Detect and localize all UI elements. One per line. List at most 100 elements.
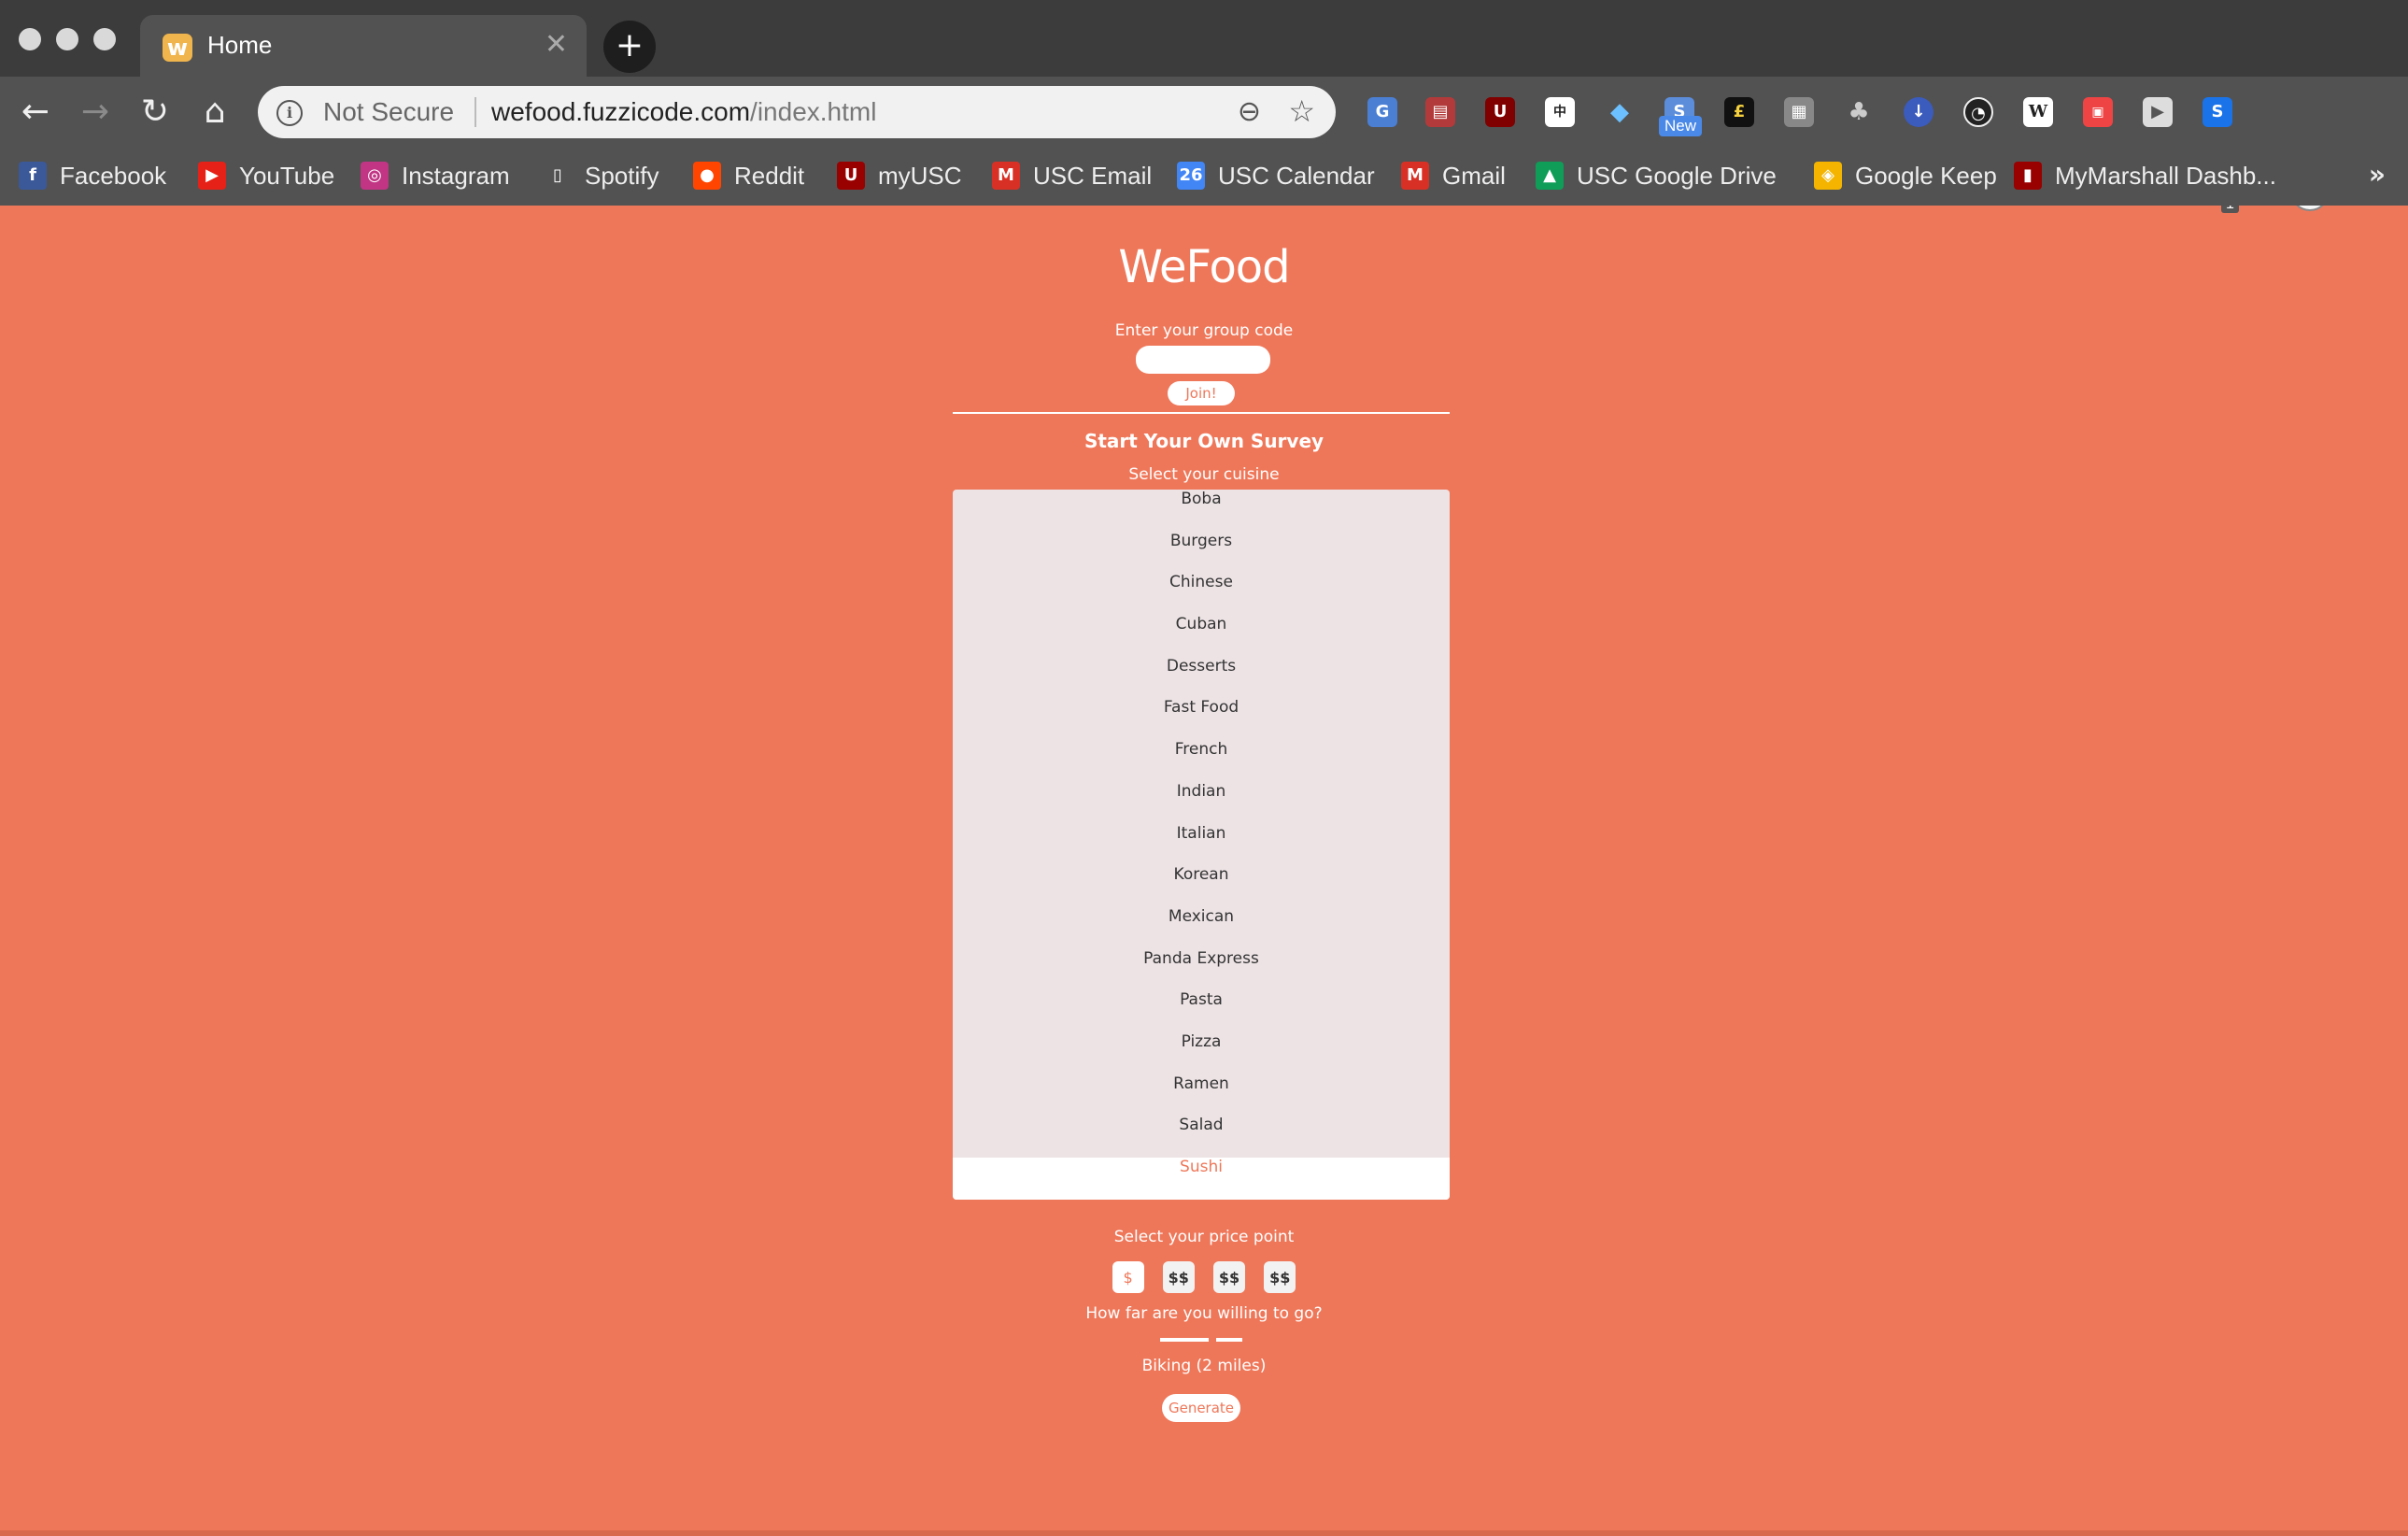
speedometer-icon[interactable]: ◔ bbox=[1963, 97, 1993, 127]
survey-title: Start Your Own Survey bbox=[1084, 430, 1324, 452]
distance-label: How far are you willing to go? bbox=[1085, 1304, 1323, 1323]
cuisine-option[interactable]: Salad bbox=[953, 1116, 1450, 1158]
bookmark-label: Instagram bbox=[402, 161, 510, 190]
reddit-icon: ● bbox=[693, 162, 721, 190]
price-option-button[interactable]: $$ bbox=[1162, 1261, 1195, 1293]
page-content: WeFood Enter your group code Join! Start… bbox=[0, 206, 2408, 1536]
new-tab-button[interactable]: + bbox=[603, 21, 656, 73]
grey-extension-icon[interactable]: ▦ bbox=[1784, 97, 1814, 127]
price-option-button[interactable]: $$ bbox=[1264, 1261, 1296, 1293]
tree-icon[interactable]: ♣ bbox=[1844, 97, 1874, 127]
cuisine-list[interactable]: Boba Burgers Chinese Cuban Desserts Fast Food… bbox=[953, 490, 1450, 1200]
facebook-icon: f bbox=[19, 162, 47, 190]
cuisine-option[interactable]: Chinese bbox=[953, 573, 1450, 615]
usc-icon: U bbox=[837, 162, 865, 190]
url-domain: wefood.fuzzicode.com bbox=[491, 97, 751, 126]
cuisine-option[interactable]: Desserts bbox=[953, 657, 1450, 699]
group-code-label: Enter your group code bbox=[1114, 321, 1294, 340]
generate-button[interactable]: Generate bbox=[1162, 1394, 1240, 1422]
join-button[interactable]: Join! bbox=[1168, 381, 1235, 405]
distance-value: Biking (2 miles) bbox=[1141, 1357, 1267, 1375]
cuisine-option[interactable]: Burgers bbox=[953, 532, 1450, 574]
bookmark-label: Reddit bbox=[734, 161, 805, 190]
reload-icon[interactable]: ↻ bbox=[135, 92, 176, 133]
bookmark-label: USC Email bbox=[1033, 161, 1153, 190]
bookmark-11[interactable]: ▮ MyMarshall Dashb... bbox=[2014, 157, 2276, 194]
price-label: Select your price point bbox=[1113, 1228, 1295, 1246]
translate-icon[interactable]: G bbox=[1367, 97, 1397, 127]
address-bar[interactable]: i Not Secure wefood.fuzzicode.com/index.… bbox=[258, 86, 1336, 138]
dictionary-icon[interactable]: 中 bbox=[1545, 97, 1575, 127]
bookmark-2[interactable]: ◎ Instagram bbox=[361, 157, 510, 194]
play-icon[interactable]: ▶ bbox=[2143, 97, 2173, 127]
gmail-icon: M bbox=[1401, 162, 1429, 190]
cuisine-option[interactable]: Cuban bbox=[953, 615, 1450, 657]
cuisine-option[interactable]: Panda Express bbox=[953, 949, 1450, 991]
bookmark-label: Spotify bbox=[585, 161, 659, 190]
cuisine-option[interactable]: Indian bbox=[953, 782, 1450, 824]
cuisine-option[interactable]: Italian bbox=[953, 824, 1450, 866]
bookmarks-bar: f Facebook ▶ YouTube ◎ Instagram ▯ Spotify ● Redd… bbox=[0, 146, 2408, 206]
info-icon[interactable]: i bbox=[276, 100, 303, 126]
youtube-icon: ▶ bbox=[198, 162, 226, 190]
cuisine-option[interactable]: Boba bbox=[953, 490, 1450, 532]
cuisine-option[interactable]: Pasta bbox=[953, 990, 1450, 1032]
bookmark-5[interactable]: UmyUSC bbox=[837, 157, 962, 194]
cuisine-option[interactable]: French bbox=[953, 740, 1450, 782]
download-icon[interactable]: ↓ bbox=[1904, 97, 1933, 127]
cuisine-option[interactable]: Pizza bbox=[953, 1032, 1450, 1074]
logo: WeFood bbox=[1118, 241, 1290, 293]
marshall-icon: ▮ bbox=[2014, 162, 2042, 190]
distance-slider[interactable] bbox=[1160, 1338, 1242, 1344]
book-icon[interactable]: ▤ bbox=[1425, 97, 1455, 127]
bookmark-label: YouTube bbox=[239, 161, 335, 190]
url-text[interactable]: wefood.fuzzicode.com/index.html bbox=[491, 97, 876, 127]
keep-icon: ◈ bbox=[1814, 162, 1842, 190]
calendar-icon: 26 bbox=[1177, 162, 1205, 190]
s-blue-extension-icon[interactable]: S bbox=[2203, 97, 2232, 127]
bookmark-3[interactable]: ▯ Spotify bbox=[544, 157, 659, 194]
cuisine-option[interactable]: Fast Food bbox=[953, 698, 1450, 740]
cuisine-option[interactable]: Sushi bbox=[953, 1158, 1450, 1200]
drive-icon: ▲ bbox=[1536, 162, 1564, 190]
red-extension-icon[interactable]: ▣ bbox=[2083, 97, 2113, 127]
instagram-icon: ◎ bbox=[361, 162, 389, 190]
close-tab-icon[interactable]: ✕ bbox=[545, 28, 568, 61]
bookmark-label: USC Google Drive bbox=[1577, 161, 1777, 190]
close-window-button[interactable] bbox=[19, 28, 41, 50]
wikipedia-icon[interactable]: W bbox=[2023, 97, 2053, 127]
url-path: /index.html bbox=[750, 97, 877, 126]
bookmark-7[interactable]: 26 USC Calendar bbox=[1177, 157, 1375, 194]
cuisine-option[interactable]: Ramen bbox=[953, 1074, 1450, 1116]
cuisine-option[interactable]: Mexican bbox=[953, 907, 1450, 949]
bookmark-0[interactable]: f Facebook bbox=[19, 157, 166, 194]
bookmark-label: Gmail bbox=[1442, 161, 1506, 190]
security-indicator[interactable]: Not Secure bbox=[323, 97, 454, 127]
group-code-input[interactable] bbox=[1136, 346, 1270, 374]
forward-icon[interactable]: → bbox=[75, 92, 116, 133]
address-separator bbox=[475, 97, 476, 127]
bookmark-9[interactable]: ▲ USC Google Drive bbox=[1536, 157, 1777, 194]
price-options: $ $$ $$ $$ bbox=[0, 1261, 2408, 1293]
bookmarks-overflow-icon[interactable]: » bbox=[2369, 159, 2386, 190]
back-icon[interactable]: ← bbox=[15, 92, 56, 133]
bookmark-star-icon[interactable]: ☆ bbox=[1288, 93, 1315, 129]
ublock-icon[interactable]: U bbox=[1485, 97, 1515, 127]
browser-tab[interactable]: w Home ✕ bbox=[140, 15, 587, 77]
maximize-window-button[interactable] bbox=[93, 28, 116, 50]
cuisine-option[interactable]: Korean bbox=[953, 865, 1450, 907]
e-extension-icon[interactable]: £ bbox=[1724, 97, 1754, 127]
bookmark-8[interactable]: M Gmail bbox=[1401, 157, 1506, 194]
zoom-icon[interactable]: ⊖ bbox=[1238, 95, 1261, 128]
bookmark-4[interactable]: ● Reddit bbox=[693, 157, 804, 194]
diamond-icon[interactable]: ◆ bbox=[1605, 97, 1635, 127]
bookmark-1[interactable]: ▶ YouTube bbox=[198, 157, 334, 194]
bookmark-label: Google Keep bbox=[1855, 161, 1997, 190]
minimize-window-button[interactable] bbox=[56, 28, 78, 50]
bookmark-10[interactable]: ◈ Google Keep bbox=[1814, 157, 1997, 194]
divider bbox=[953, 412, 1450, 414]
bookmark-6[interactable]: M USC Email bbox=[992, 157, 1152, 194]
price-option-button[interactable]: $$ bbox=[1212, 1261, 1246, 1293]
home-icon[interactable]: ⌂ bbox=[194, 92, 235, 133]
price-option-button[interactable]: $ bbox=[1112, 1261, 1144, 1293]
